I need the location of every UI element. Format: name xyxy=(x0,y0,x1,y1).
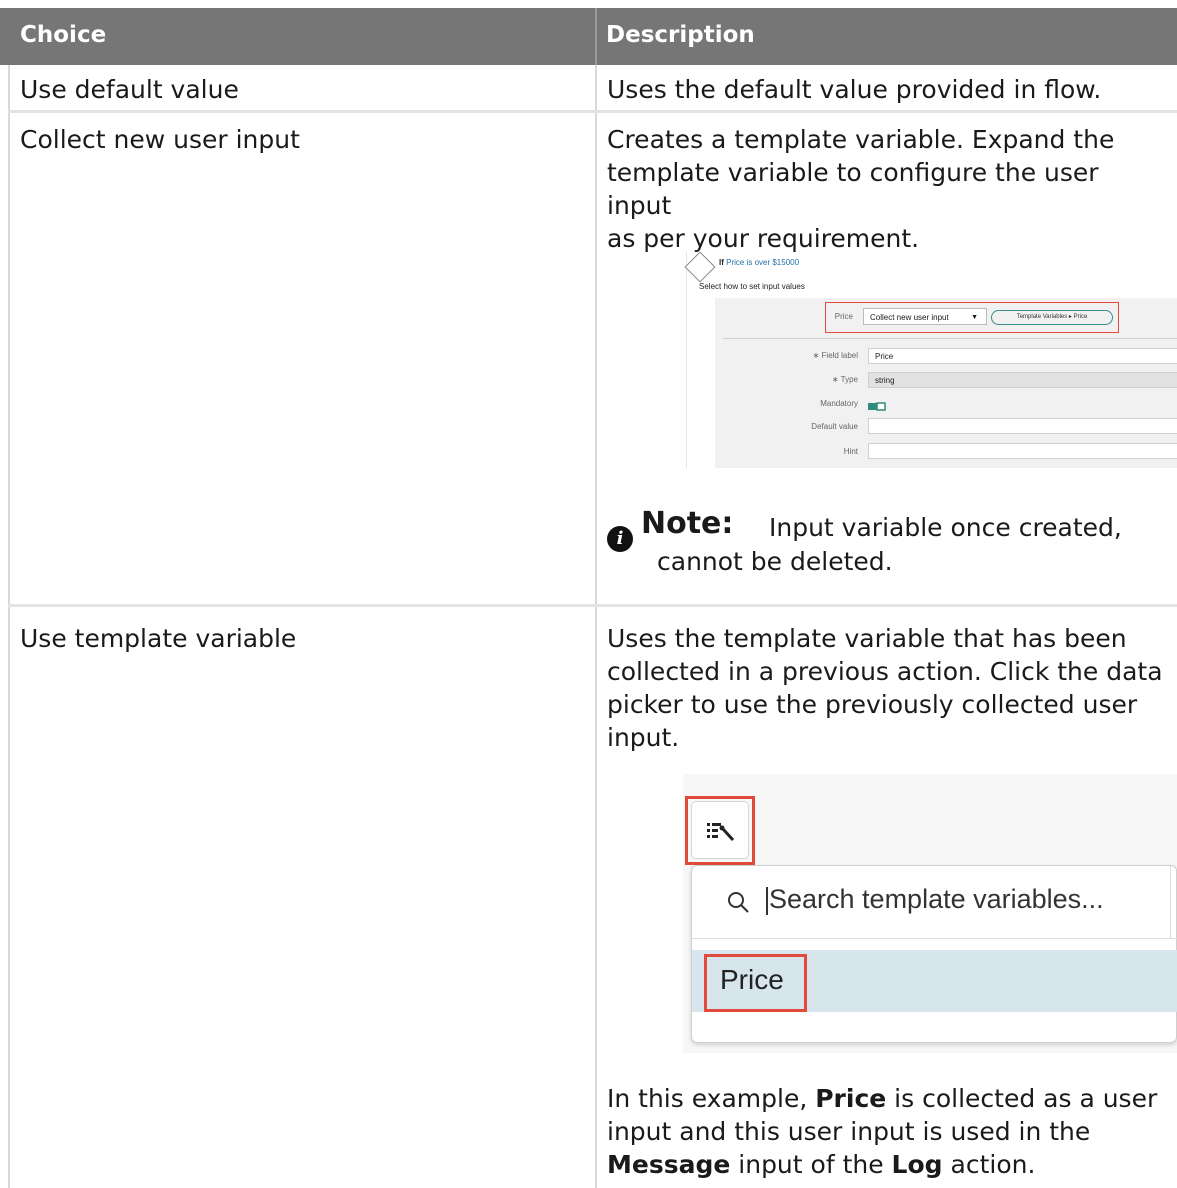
note-line-2: cannot be deleted. xyxy=(657,547,893,576)
template-variable-pill[interactable]: Template Variables ▸ Price xyxy=(991,310,1113,325)
hint-input[interactable] xyxy=(868,443,1177,459)
note-line-1: Input variable once created, xyxy=(769,513,1122,542)
collect-input-screenshot: If Price is over $15000 Select how to se… xyxy=(684,251,1177,468)
field-label-input[interactable]: Price xyxy=(868,348,1177,364)
row2-choice: Collect new user input xyxy=(20,125,300,154)
data-picker-screenshot: Search template variables... Price xyxy=(683,774,1177,1053)
example-paragraph: In this example, Price is collected as a… xyxy=(607,1084,1158,1179)
row3-description: Uses the template variable that has been… xyxy=(607,624,1163,752)
mandatory-toggle[interactable] xyxy=(868,402,886,411)
search-input[interactable]: Search template variables... xyxy=(766,884,1104,915)
default-value-input[interactable] xyxy=(868,418,1177,434)
row1-description: Uses the default value provided in flow. xyxy=(607,75,1102,104)
select-input-label: Select how to set input values xyxy=(699,282,805,291)
row3-choice: Use template variable xyxy=(20,624,297,653)
condition-link[interactable]: Price is over $15000 xyxy=(726,258,799,267)
search-icon xyxy=(728,892,749,913)
highlight-box xyxy=(685,796,755,865)
field-label-label: ∗ Field label xyxy=(812,351,858,360)
row1-choice: Use default value xyxy=(20,75,239,104)
input-mode-dropdown[interactable]: Collect new user input ▼ xyxy=(863,308,987,325)
highlight-box xyxy=(704,954,807,1012)
price-label: Price xyxy=(834,312,853,321)
note-title: Note: xyxy=(641,506,734,541)
branch-icon xyxy=(684,251,716,283)
header-description: Description xyxy=(606,22,755,48)
list-item-price[interactable]: Price xyxy=(692,950,1177,1012)
info-icon: i xyxy=(607,526,633,552)
template-variable-dropdown: Search template variables... Price xyxy=(691,865,1177,1043)
default-value-label: Default value xyxy=(811,422,858,431)
header-choice: Choice xyxy=(20,22,107,48)
type-input: string xyxy=(868,372,1177,388)
hint-label: Hint xyxy=(843,447,858,456)
chevron-down-icon: ▼ xyxy=(971,314,978,321)
condition-text: If Price is over $15000 xyxy=(719,258,800,267)
table-header: Choice Description xyxy=(0,8,1177,65)
mandatory-label: Mandatory xyxy=(820,399,858,408)
row2-description: Creates a template variable. Expand the … xyxy=(607,125,1115,253)
input-config-panel: Price Collect new user input ▼ Template … xyxy=(715,298,1177,468)
type-label: ∗ Type xyxy=(831,375,858,384)
